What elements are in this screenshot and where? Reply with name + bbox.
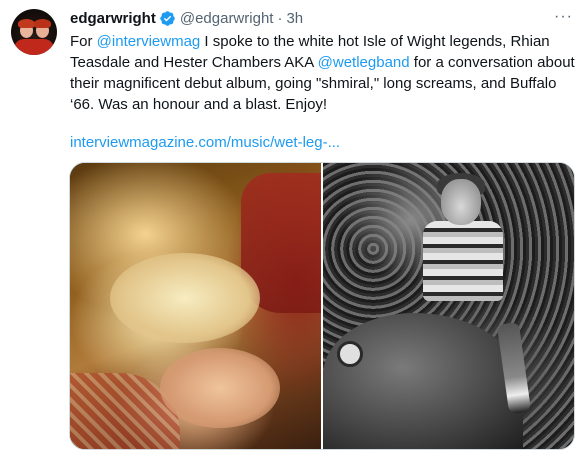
tweet[interactable]: edgarwright @edgarwright · 3h ··· For @i…	[0, 0, 587, 455]
media-grid	[69, 162, 575, 450]
verified-badge-icon	[159, 10, 176, 27]
photo-child-on-statue[interactable]	[323, 163, 574, 449]
photo-detail	[160, 348, 280, 428]
photo-wet-leg-duo[interactable]	[70, 163, 321, 449]
mention-wetlegband[interactable]: @wetlegband	[318, 54, 410, 71]
photo-detail	[323, 313, 523, 449]
tweet-text-part: For	[70, 33, 97, 50]
display-name[interactable]: edgarwright	[70, 10, 156, 27]
photo-detail	[423, 221, 503, 301]
avatar-hair-right	[34, 19, 51, 28]
mention-interviewmag[interactable]: @interviewmag	[97, 33, 201, 50]
timestamp[interactable]: 3h	[286, 10, 303, 27]
photo-detail	[110, 253, 260, 343]
avatar-hair-left	[18, 19, 35, 28]
tweet-header: edgarwright @edgarwright · 3h	[70, 8, 303, 28]
more-horizontal-icon[interactable]: ···	[554, 8, 573, 26]
avatar-shirt	[14, 39, 54, 55]
photo-detail	[441, 179, 481, 225]
separator-dot: ·	[277, 9, 283, 27]
tweet-text: For @interviewmag I spoke to the white h…	[70, 31, 578, 115]
avatar[interactable]	[11, 9, 57, 55]
handle[interactable]: @edgarwright	[180, 10, 274, 27]
article-link[interactable]: interviewmagazine.com/music/wet-leg-...	[70, 132, 340, 153]
photo-detail	[337, 341, 363, 367]
